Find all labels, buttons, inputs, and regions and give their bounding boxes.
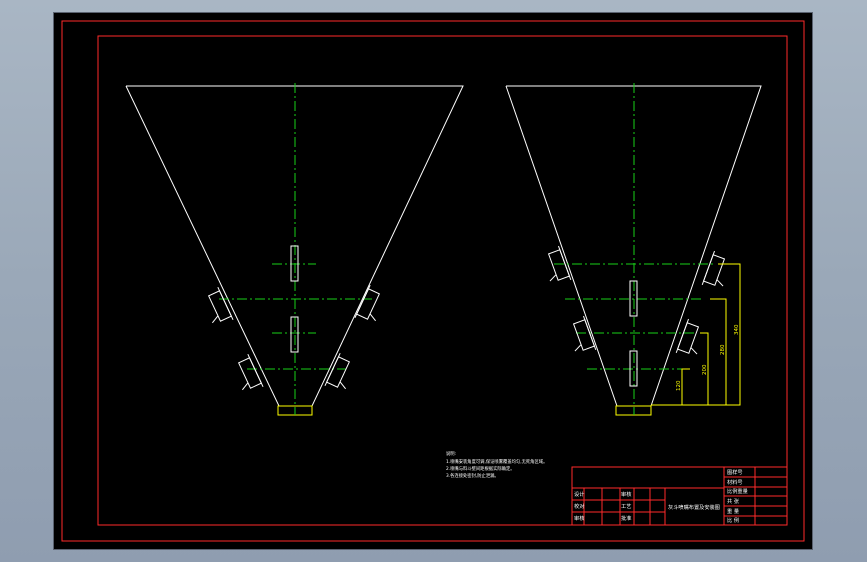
- note-3: 3.各连接处密封,防止泄漏。: [446, 472, 499, 479]
- right-right-wall-nozzle-1: [701, 250, 726, 287]
- note-1: 1.喷嘴安装角度可调,保证喷雾覆盖均匀,无死角区域。: [446, 458, 547, 465]
- dim-label-4: 120: [676, 380, 682, 391]
- left-wall-nozzle-1: [207, 286, 234, 324]
- tb-check-2: 工艺: [621, 503, 631, 510]
- left-wall-nozzle-2: [237, 353, 264, 391]
- outer-frame: [61, 20, 805, 542]
- tb-right-row-4: 共 张: [727, 497, 740, 505]
- dim-label-2: 280: [720, 344, 726, 355]
- tb-right-row-3: 比例重量: [727, 487, 748, 495]
- dim-label-3: 200: [702, 364, 708, 375]
- tb-role-2: 校对: [574, 502, 584, 510]
- right-wall-nozzle-1: [354, 284, 381, 322]
- tb-right-row-6: 比 例: [727, 516, 739, 524]
- cad-drawing: 340 280 200 120 说明: 1.喷嘴安装角度可调,保证喷雾覆盖均匀,…: [61, 20, 805, 542]
- tb-role-3: 审核: [574, 514, 584, 522]
- right-left-wall-nozzle-1: [547, 245, 572, 282]
- tb-role-1: 设计: [574, 490, 584, 498]
- tb-right-row-5: 重 量: [727, 507, 739, 515]
- note-2: 2.喷嘴与料斗壁间距根据实际确定。: [446, 465, 515, 472]
- inner-frame: [97, 35, 788, 526]
- technical-notes: 说明: 1.喷嘴安装角度可调,保证喷雾覆盖均匀,无死角区域。 2.喷嘴与料斗壁间…: [446, 450, 547, 479]
- tb-right-row-2: 材料号: [727, 478, 743, 486]
- tb-right-row-1: 图样号: [727, 468, 743, 476]
- notes-heading: 说明:: [446, 450, 456, 457]
- drawing-canvas: 340 280 200 120 说明: 1.喷嘴安装角度可调,保证喷雾覆盖均匀,…: [54, 13, 812, 549]
- right-wall-nozzle-2: [324, 352, 351, 390]
- dim-label-1: 340: [734, 324, 740, 335]
- right-left-wall-nozzle-2: [572, 315, 597, 352]
- left-hopper-view: [125, 83, 464, 416]
- right-hopper-view: 340 280 200 120: [505, 83, 762, 416]
- tb-drawing-title: 灰斗喷嘴布置及安装图: [668, 503, 720, 511]
- title-block: 设计 审核 校对 工艺 审核 批准 灰斗喷嘴布置及安装图 图样号 材料号 比例重…: [571, 466, 788, 526]
- right-right-wall-nozzle-2: [675, 318, 700, 355]
- tb-check-3: 批准: [621, 514, 631, 522]
- tb-check-1: 审核: [621, 490, 631, 498]
